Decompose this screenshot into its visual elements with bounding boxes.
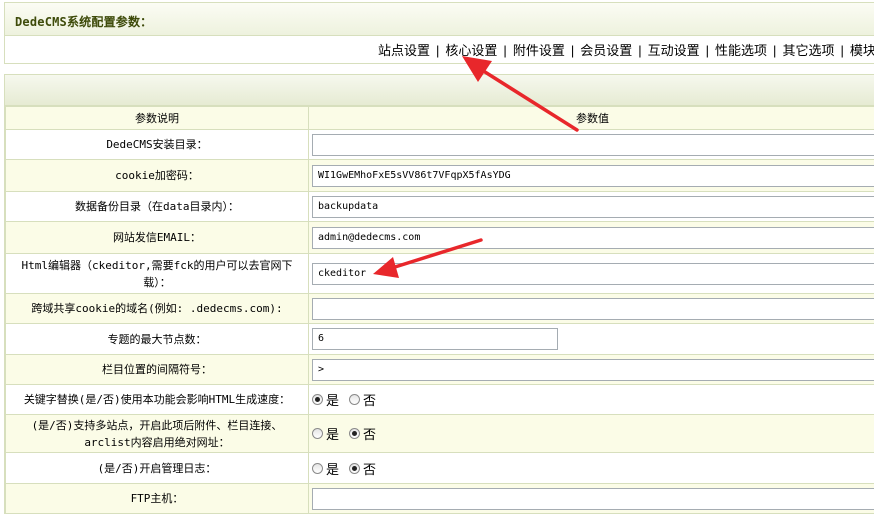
table-row: 网站发信EMAIL： admin@dedecms.com [5, 221, 874, 254]
multisite-no-option[interactable]: 否 [349, 424, 376, 443]
tab-performance-options[interactable]: 性能选项 [712, 43, 770, 58]
table-row: (是/否)支持多站点，开启此项后附件、栏目连接、arclist内容启用绝对网址：… [5, 414, 874, 453]
html-editor-input[interactable]: ckeditor [312, 262, 874, 285]
table-row: Html编辑器（ckeditor,需要fck的用户可以去官网下载）： ckedi… [5, 253, 874, 294]
settings-tabs-bar: 站点设置|核心设置|附件设置|会员设置|互动设置|性能选项|其它选项|模块设置 [4, 36, 874, 64]
table-row: 数据备份目录（在data目录内）： backupdata [5, 191, 874, 222]
radio-unselected-icon[interactable] [349, 394, 361, 405]
keyword-replace-radio-group: 是 否 [312, 388, 874, 412]
admin-email-input[interactable]: admin@dedecms.com [312, 226, 874, 249]
table-row: cookie加密码： WI1GwEMhoFxE5sVV86t7VFqpX5fAs… [5, 159, 874, 192]
settings-tabs: 站点设置|核心设置|附件设置|会员设置|互动设置|性能选项|其它选项|模块设置 [375, 40, 874, 59]
table-row: FTP主机： [5, 483, 874, 513]
tab-site-settings[interactable]: 站点设置 [375, 43, 433, 58]
cookie-domain-input[interactable] [312, 297, 874, 320]
tab-other-options[interactable]: 其它选项 [779, 43, 837, 58]
keyword-replace-yes-option[interactable]: 是 [312, 390, 339, 409]
multisite-yes-option[interactable]: 是 [312, 424, 339, 443]
max-nodes-input[interactable]: 6 [312, 328, 558, 350]
panel-title-text: DedeCMS系统配置参数： [15, 15, 153, 29]
settings-panel: 参数说明 参数值 DedeCMS安装目录： cookie加密码： WI1GwEM… [4, 74, 874, 514]
cookie-key-input[interactable]: WI1GwEMhoFxE5sVV86t7VFqpX5fAsYDG [312, 164, 874, 187]
radio-selected-icon[interactable] [312, 394, 323, 405]
table-row: 关键字替换(是/否)使用本功能会影响HTML生成速度： 是 否 [5, 384, 874, 415]
radio-unselected-icon[interactable] [312, 428, 323, 439]
settings-table: 参数说明 参数值 DedeCMS安装目录： cookie加密码： WI1GwEM… [5, 106, 874, 513]
row-label: DedeCMS安装目录： [5, 129, 309, 160]
install-dir-input[interactable] [312, 133, 874, 156]
table-row: DedeCMS安装目录： [5, 129, 874, 160]
settings-panel-header [5, 75, 874, 106]
backup-dir-input[interactable]: backupdata [312, 195, 874, 218]
row-label: cookie加密码： [5, 159, 309, 192]
admin-log-yes-option[interactable]: 是 [312, 459, 339, 478]
keyword-replace-no-option[interactable]: 否 [349, 390, 376, 409]
column-header-description: 参数说明 [5, 106, 309, 130]
table-row: 专题的最大节点数： 6 [5, 323, 874, 355]
tab-attachment-settings[interactable]: 附件设置 [510, 43, 568, 58]
row-label: FTP主机： [5, 483, 309, 513]
row-label: (是/否)支持多站点，开启此项后附件、栏目连接、arclist内容启用绝对网址： [5, 414, 309, 453]
tab-core-settings[interactable]: 核心设置 [442, 43, 500, 58]
radio-selected-icon[interactable] [349, 462, 361, 474]
multisite-radio-group: 是 否 [312, 422, 874, 446]
tab-interaction-settings[interactable]: 互动设置 [645, 43, 703, 58]
row-label: 专题的最大节点数： [5, 323, 309, 355]
admin-log-no-option[interactable]: 否 [349, 459, 376, 478]
admin-log-radio-group: 是 否 [312, 456, 874, 480]
column-header-value: 参数值 [308, 106, 874, 130]
row-label: Html编辑器（ckeditor,需要fck的用户可以去官网下载）： [5, 253, 309, 294]
config-panel-title: DedeCMS系统配置参数： [4, 2, 874, 36]
row-label: (是/否)开启管理日志： [5, 452, 309, 484]
table-row: (是/否)开启管理日志： 是 否 [5, 452, 874, 484]
separator-input[interactable]: > [312, 358, 874, 381]
row-label: 栏目位置的间隔符号： [5, 354, 309, 385]
row-label: 网站发信EMAIL： [5, 221, 309, 254]
ftp-host-input[interactable] [312, 487, 874, 510]
radio-selected-icon[interactable] [349, 428, 361, 439]
table-header-row: 参数说明 参数值 [5, 106, 874, 130]
radio-unselected-icon[interactable] [312, 462, 323, 474]
row-label: 关键字替换(是/否)使用本功能会影响HTML生成速度： [5, 384, 309, 415]
row-label: 跨域共享cookie的域名(例如: .dedecms.com): [5, 293, 309, 324]
table-row: 栏目位置的间隔符号： > [5, 354, 874, 385]
tab-module-settings[interactable]: 模块设置 [847, 43, 874, 58]
table-row: 跨域共享cookie的域名(例如: .dedecms.com): [5, 293, 874, 324]
tab-member-settings[interactable]: 会员设置 [577, 43, 635, 58]
row-label: 数据备份目录（在data目录内）： [5, 191, 309, 222]
